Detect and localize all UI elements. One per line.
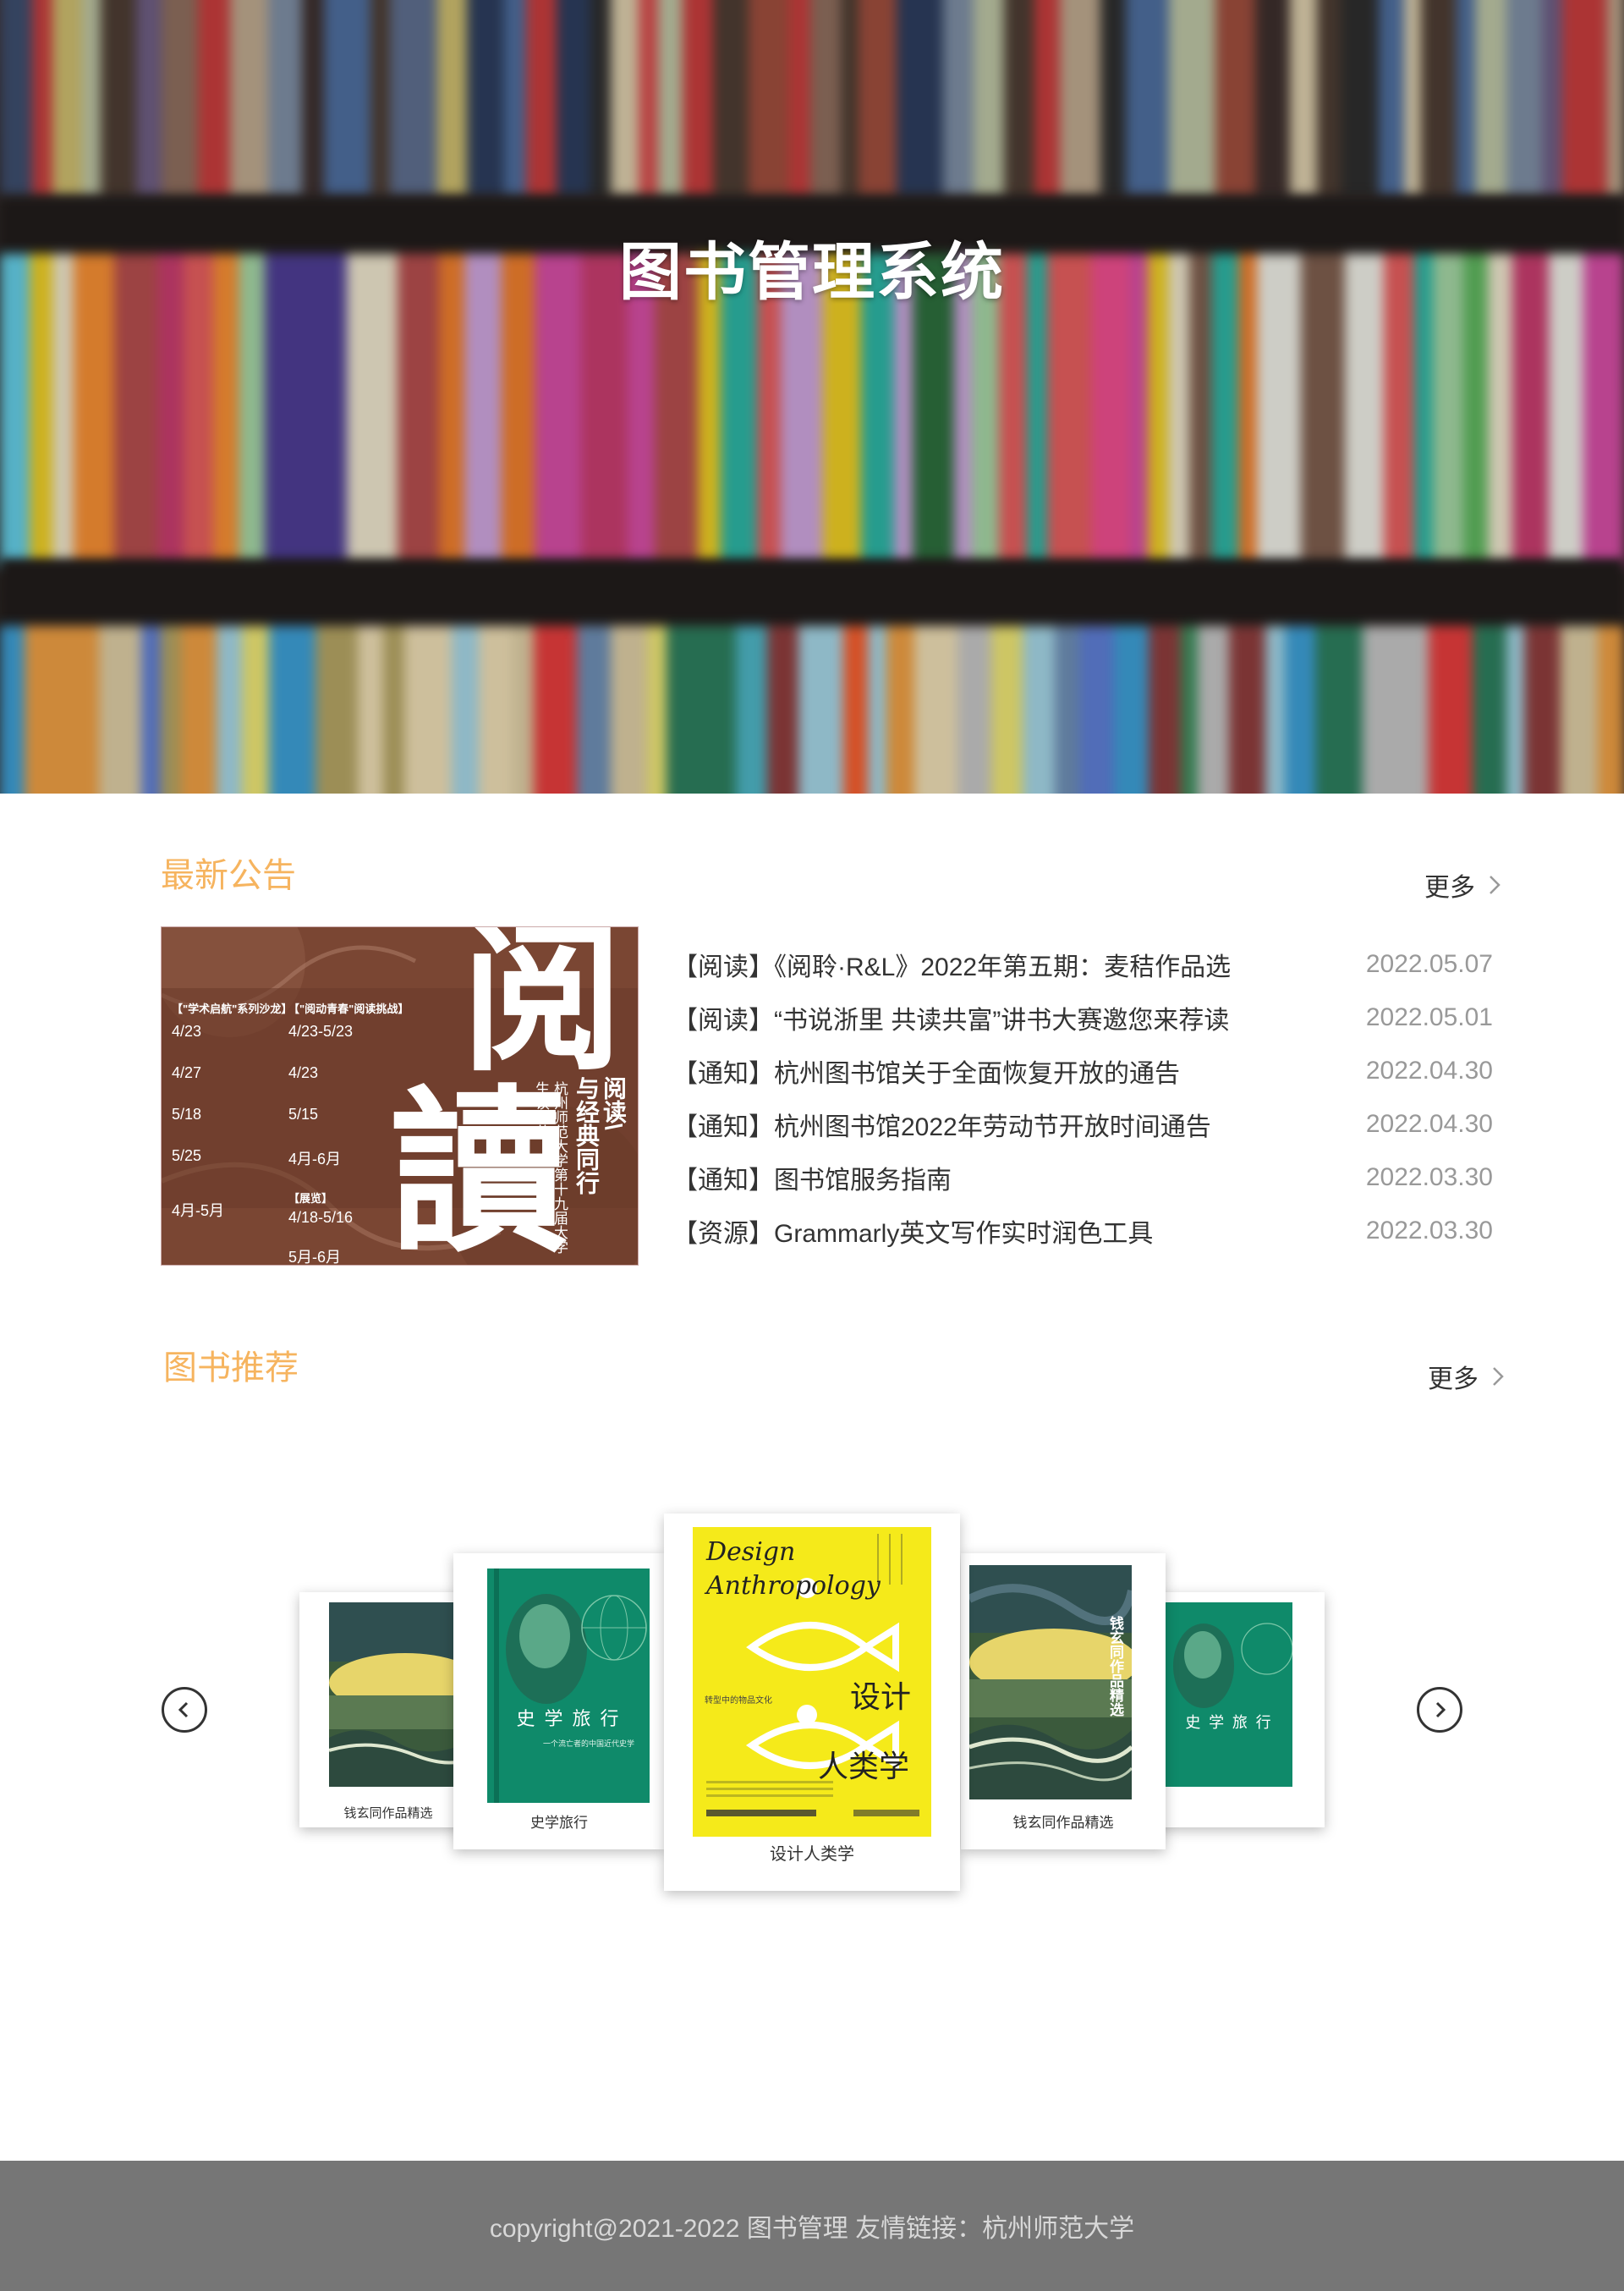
poster-col-item: 4/23	[172, 1023, 202, 1040]
book-caption: 钱玄同作品精选	[343, 1806, 433, 1821]
notice-item-title: 【通知】杭州图书馆2022年劳动节开放时间通告	[672, 1113, 1211, 1141]
notice-item-date: 2022.03.30	[1365, 1216, 1493, 1244]
chevron-right-icon	[1490, 876, 1501, 894]
notice-item-title: 【资源】Grammarly英文写作实时润色工具	[672, 1219, 1154, 1248]
notice-item-date: 2022.04.30	[1365, 1056, 1493, 1085]
notice-more-link[interactable]: 更多	[1424, 866, 1506, 904]
notice-item[interactable]: 【通知】杭州图书馆2022年劳动节开放时间通告 2022.04.30	[672, 1097, 1493, 1151]
notice-item[interactable]: 【资源】Grammarly英文写作实时润色工具 2022.03.30	[672, 1204, 1493, 1257]
poster-col-item: 5月-6月	[288, 1249, 342, 1266]
footer-text: copyright@2021-2022 图书管理 友情链接：杭州师范大学	[489, 2215, 1135, 2243]
footer: copyright@2021-2022 图书管理 友情链接：杭州师范大学	[0, 2161, 1624, 2291]
notice-item-title: 【通知】杭州图书馆关于全面恢复开放的通告	[672, 1059, 1180, 1088]
book-cover-title-cn: 设计	[850, 1679, 912, 1714]
book-cover-title-en: Design	[706, 1537, 796, 1567]
more-label: 更多	[1428, 1365, 1479, 1393]
poster-col-header: 【"学术启航"系列沙龙】	[172, 1003, 293, 1015]
chevron-right-icon	[1435, 1701, 1446, 1718]
books-more-link[interactable]: 更多	[1428, 1358, 1509, 1395]
notice-item-title: 【阅读】“书说浙里 共读共富”讲书大赛邀您来荐读	[672, 1006, 1230, 1035]
notice-list: 【阅读】《阅聆·R&L》2022年第五期：麦秸作品选 2022.05.07 【阅读】…	[672, 937, 1493, 1257]
poster-col-item: 4/23-5/23	[288, 1023, 354, 1040]
carousel-next-button[interactable]	[1417, 1687, 1462, 1733]
poster-col-item: 5/25	[172, 1147, 202, 1164]
notice-section-title: 最新公告	[161, 857, 296, 894]
notice-item[interactable]: 【通知】杭州图书馆关于全面恢复开放的通告 2022.04.30	[672, 1044, 1493, 1097]
notice-item-title: 【阅读】《阅聆·R&L》2022年第五期：麦秸作品选	[672, 953, 1232, 981]
book-cover-title: 史 学 旅 行	[1185, 1714, 1273, 1732]
carousel-prev-button[interactable]	[162, 1687, 207, 1733]
hero-banner: 图书管理系统	[0, 0, 1624, 794]
poster-vertical-line: 生读书节	[533, 1081, 549, 1139]
hero-overlay	[0, 0, 1624, 794]
more-label: 更多	[1424, 874, 1475, 902]
poster-col-item: 4/27	[172, 1064, 202, 1081]
book-cover-subtitle: 转型中的物品文化	[705, 1696, 772, 1706]
notice-poster-image[interactable]: 阅 讀 阅读\ 与经典同行 杭州师范大学第十九届大学 生读书节 【"学术启航"系…	[161, 926, 639, 1266]
page-title: 图书管理系统	[619, 237, 1005, 307]
book-cover-title-en: Anthropology	[706, 1571, 881, 1601]
notice-item[interactable]: 【通知】图书馆服务指南 2022.03.30	[672, 1151, 1493, 1204]
book-cover-image: 史 学 旅 行 一个流亡者的中国近代史学	[487, 1569, 650, 1803]
book-card[interactable]: 史 学 旅 行 一个流亡者的中国近代史学 史学旅行	[453, 1553, 665, 1849]
poster-column-2: 【"阅动青春"阅读挑战】 4/23-5/23 4/23 5/15 4月-6月 【…	[288, 1000, 409, 1266]
books-section-title: 图书推荐	[163, 1349, 299, 1387]
book-cover-title-cn: 人类学	[818, 1749, 910, 1783]
book-cover-image: Design Anthropology 转型中的物品文化 设计 人类学	[693, 1527, 931, 1837]
book-cover-title: 史 学 旅 行	[516, 1709, 621, 1730]
book-cover-image: 史 学 旅 行	[1166, 1602, 1292, 1787]
poster-col-header: 【"阅动青春"阅读挑战】	[288, 1003, 409, 1015]
poster-vertical-subtitle: 与经典同行	[573, 1076, 600, 1195]
notice-item[interactable]: 【阅读】“书说浙里 共读共富”讲书大赛邀您来荐读 2022.05.01	[672, 991, 1493, 1044]
notice-item-date: 2022.03.30	[1365, 1162, 1493, 1191]
poster-col-item: 5/18	[172, 1106, 202, 1123]
book-card[interactable]: 史 学 旅 行	[1147, 1592, 1325, 1827]
poster-col-item: 4月-6月	[288, 1151, 342, 1167]
book-cover-title: 钱玄同作品精选	[1106, 1616, 1123, 1717]
notice-item-date: 2022.05.07	[1365, 949, 1493, 978]
poster-col-item: 4/23	[288, 1064, 319, 1081]
book-caption: 史学旅行	[530, 1815, 588, 1831]
notice-item[interactable]: 【阅读】《阅聆·R&L》2022年第五期：麦秸作品选 2022.05.07	[672, 937, 1493, 991]
poster-col-item: 5/15	[288, 1106, 319, 1123]
poster-column-1: 【"学术启航"系列沙龙】 4/23 4/27 5/18 5/25 4月-5月	[172, 1000, 293, 1221]
notice-item-date: 2022.05.01	[1365, 1003, 1493, 1031]
book-caption: 钱玄同作品精选	[1012, 1815, 1114, 1831]
chevron-right-icon	[1493, 1367, 1504, 1386]
poster-col-header: 【展览】	[288, 1192, 333, 1205]
poster-vertical-title: 阅读\	[601, 1076, 627, 1130]
book-cover-image: 钱玄同作品精选	[969, 1565, 1132, 1799]
book-caption: 设计人类学	[770, 1845, 854, 1864]
poster-col-item: 4/18-5/16	[288, 1209, 354, 1226]
notice-item-title: 【通知】图书馆服务指南	[672, 1166, 952, 1195]
book-card[interactable]: 钱玄同作品精选 钱玄同作品精选	[961, 1553, 1166, 1849]
poster-big-char-1: 阅	[462, 926, 623, 1093]
notice-item-date: 2022.04.30	[1365, 1109, 1493, 1138]
chevron-left-icon	[178, 1701, 189, 1718]
book-card-featured[interactable]: Design Anthropology 转型中的物品文化 设计 人类学 设计人类…	[664, 1514, 960, 1891]
poster-vertical-line: 杭州师范大学第十九届大学	[551, 1081, 568, 1254]
book-card[interactable]: 钱玄同作品精选	[299, 1592, 477, 1827]
book-cover-subtitle: 一个流亡者的中国近代史学	[542, 1739, 634, 1748]
poster-col-item: 4月-5月	[172, 1202, 225, 1219]
